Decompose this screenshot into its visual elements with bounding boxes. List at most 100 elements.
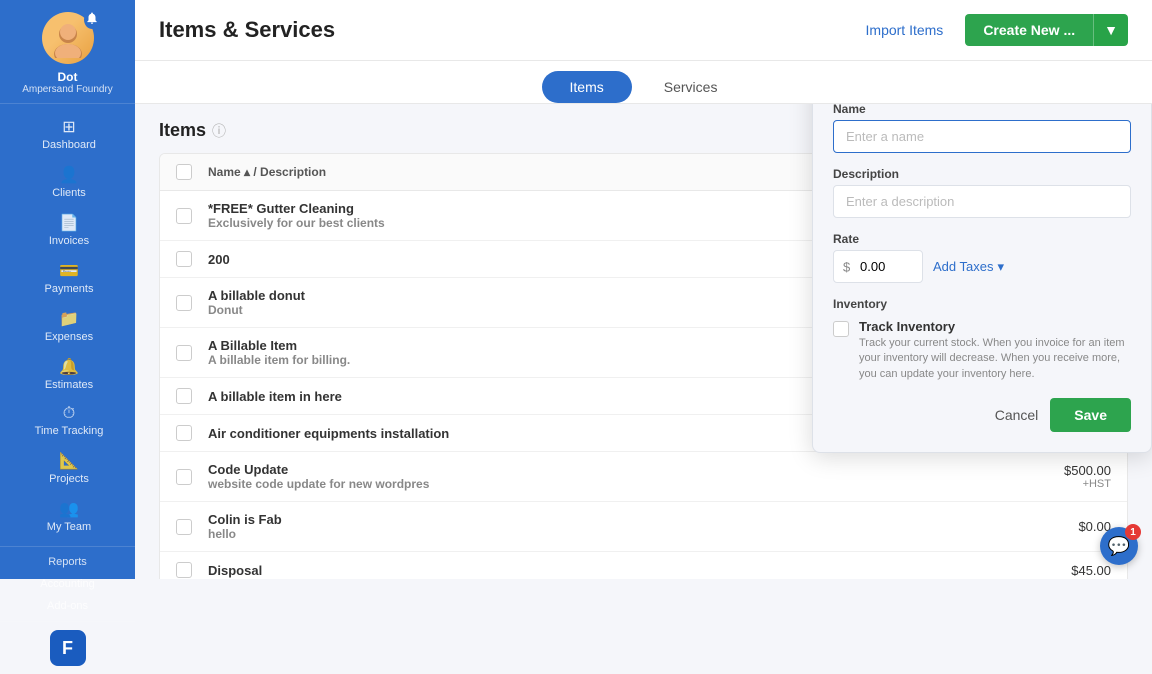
create-new-wrap: Create New ... ▼ [965, 14, 1128, 46]
track-inventory-text: Track Inventory Track your current stock… [859, 319, 1131, 382]
item-desc: hello [208, 527, 991, 541]
import-items-button[interactable]: Import Items [856, 16, 954, 44]
row-check [176, 562, 208, 578]
row-check [176, 388, 208, 404]
sidebar-item-payments[interactable]: 💳 Payments [0, 254, 135, 302]
avatar-wrap [42, 12, 94, 64]
item-desc: website code update for new wordpres [208, 477, 991, 491]
row-checkbox[interactable] [176, 295, 192, 311]
row-checkbox[interactable] [176, 208, 192, 224]
cancel-button[interactable]: Cancel [995, 407, 1039, 423]
track-inventory-desc: Track your current stock. When you invoi… [859, 336, 1131, 382]
payments-icon: 💳 [59, 261, 79, 281]
sidebar-item-expenses[interactable]: 📁 Expenses [0, 302, 135, 350]
sidebar-item-label: Payments [45, 283, 94, 295]
row-name-col: Code Update website code update for new … [208, 462, 991, 491]
row-checkbox[interactable] [176, 562, 192, 578]
tab-items[interactable]: Items [542, 71, 632, 103]
row-checkbox[interactable] [176, 425, 192, 441]
bell-icon[interactable] [84, 10, 100, 29]
sidebar-item-accounting[interactable]: Accounting [0, 573, 135, 595]
expenses-icon: 📁 [59, 309, 79, 329]
row-name-col: Disposal [208, 563, 991, 578]
create-new-button[interactable]: Create New ... [965, 14, 1093, 46]
row-name-col: Colin is Fab hello [208, 512, 991, 541]
row-check [176, 345, 208, 361]
sidebar-item-estimates[interactable]: 🔔 Estimates [0, 350, 135, 398]
save-button[interactable]: Save [1050, 398, 1131, 432]
invoices-icon: 📄 [59, 213, 79, 233]
sidebar-item-invoices[interactable]: 📄 Invoices [0, 206, 135, 254]
clients-icon: 👤 [59, 165, 79, 185]
row-check [176, 251, 208, 267]
name-input[interactable] [833, 120, 1131, 153]
rate-input-wrap: $ [833, 250, 923, 283]
sidebar-item-projects[interactable]: 📐 Projects [0, 444, 135, 492]
tab-services[interactable]: Services [636, 71, 746, 103]
row-checkbox[interactable] [176, 469, 192, 485]
sidebar-item-label: Dashboard [42, 139, 96, 151]
item-rate: $0.00 [991, 519, 1111, 534]
add-taxes-button[interactable]: Add Taxes ▾ [933, 259, 1004, 275]
sidebar-item-label: Projects [49, 473, 89, 485]
rate-label: Rate [833, 232, 1131, 246]
sidebar: Dot Ampersand Foundry ⊞ Dashboard 👤 Clie… [0, 0, 135, 579]
chevron-down-icon: ▾ [997, 259, 1004, 275]
row-check [176, 208, 208, 224]
tabs-bar: Items Services [135, 61, 1152, 104]
chat-bubble[interactable]: 💬 1 [1100, 527, 1138, 565]
row-checkbox[interactable] [176, 388, 192, 404]
table-row: Disposal $45.00 [160, 552, 1127, 579]
item-name: Code Update [208, 462, 991, 477]
sidebar-item-label: Invoices [49, 235, 89, 247]
sidebar-top: Dot Ampersand Foundry [0, 0, 135, 104]
row-checkbox[interactable] [176, 519, 192, 535]
row-checkbox[interactable] [176, 251, 192, 267]
items-section: Items ⓘ Name ▴ / Description Current *FR… [135, 104, 1152, 579]
info-icon[interactable]: ⓘ [212, 121, 226, 141]
name-label: Name [833, 104, 1131, 116]
inventory-label: Inventory [833, 297, 1131, 311]
dashboard-icon: ⊞ [62, 117, 75, 137]
projects-icon: 📐 [59, 451, 79, 471]
row-check [176, 295, 208, 311]
desc-input[interactable] [833, 185, 1131, 218]
page-title: Items & Services [159, 17, 335, 43]
my-team-icon: 👥 [59, 499, 79, 519]
row-check [176, 469, 208, 485]
reports-label: Reports [48, 556, 87, 568]
create-new-chevron-button[interactable]: ▼ [1093, 14, 1128, 46]
item-rate: $500.00 +HST [991, 463, 1111, 490]
sidebar-item-dashboard[interactable]: ⊞ Dashboard [0, 110, 135, 158]
add-taxes-label: Add Taxes [933, 259, 993, 274]
sidebar-nav: ⊞ Dashboard 👤 Clients 📄 Invoices 💳 Payme… [0, 104, 135, 546]
track-inventory-checkbox[interactable] [833, 321, 849, 337]
sidebar-section: Reports Accounting Add-ons [0, 546, 135, 621]
item-rate: $45.00 [991, 563, 1111, 578]
panel-footer: Cancel Save [833, 398, 1131, 432]
item-name: Colin is Fab [208, 512, 991, 527]
item-rate-tax: +HST [991, 478, 1111, 490]
chat-badge: 1 [1125, 524, 1141, 540]
sidebar-item-label: Expenses [45, 331, 93, 343]
sidebar-item-label: Estimates [45, 379, 93, 391]
sidebar-bottom: F [0, 621, 135, 674]
sidebar-item-time-tracking[interactable]: ⏱ Time Tracking [0, 398, 135, 444]
sidebar-item-label: My Team [47, 521, 91, 533]
main: Items & Services Import Items Create New… [135, 0, 1152, 579]
item-name: Disposal [208, 563, 991, 578]
new-item-panel: New Item Name Description Rate $ Add Tax… [812, 104, 1152, 453]
user-name: Dot [58, 70, 78, 84]
user-org: Ampersand Foundry [22, 84, 113, 95]
table-row: Colin is Fab hello $0.00 [160, 502, 1127, 552]
sidebar-item-reports[interactable]: Reports [0, 551, 135, 573]
addons-label: Add-ons [47, 600, 88, 612]
sidebar-item-clients[interactable]: 👤 Clients [0, 158, 135, 206]
row-check [176, 519, 208, 535]
select-all-checkbox[interactable] [176, 164, 192, 180]
sidebar-item-addons[interactable]: Add-ons [0, 595, 135, 617]
sidebar-item-my-team[interactable]: 👥 My Team [0, 492, 135, 540]
items-title: Items [159, 120, 206, 141]
rate-row: $ Add Taxes ▾ [833, 250, 1131, 283]
row-checkbox[interactable] [176, 345, 192, 361]
